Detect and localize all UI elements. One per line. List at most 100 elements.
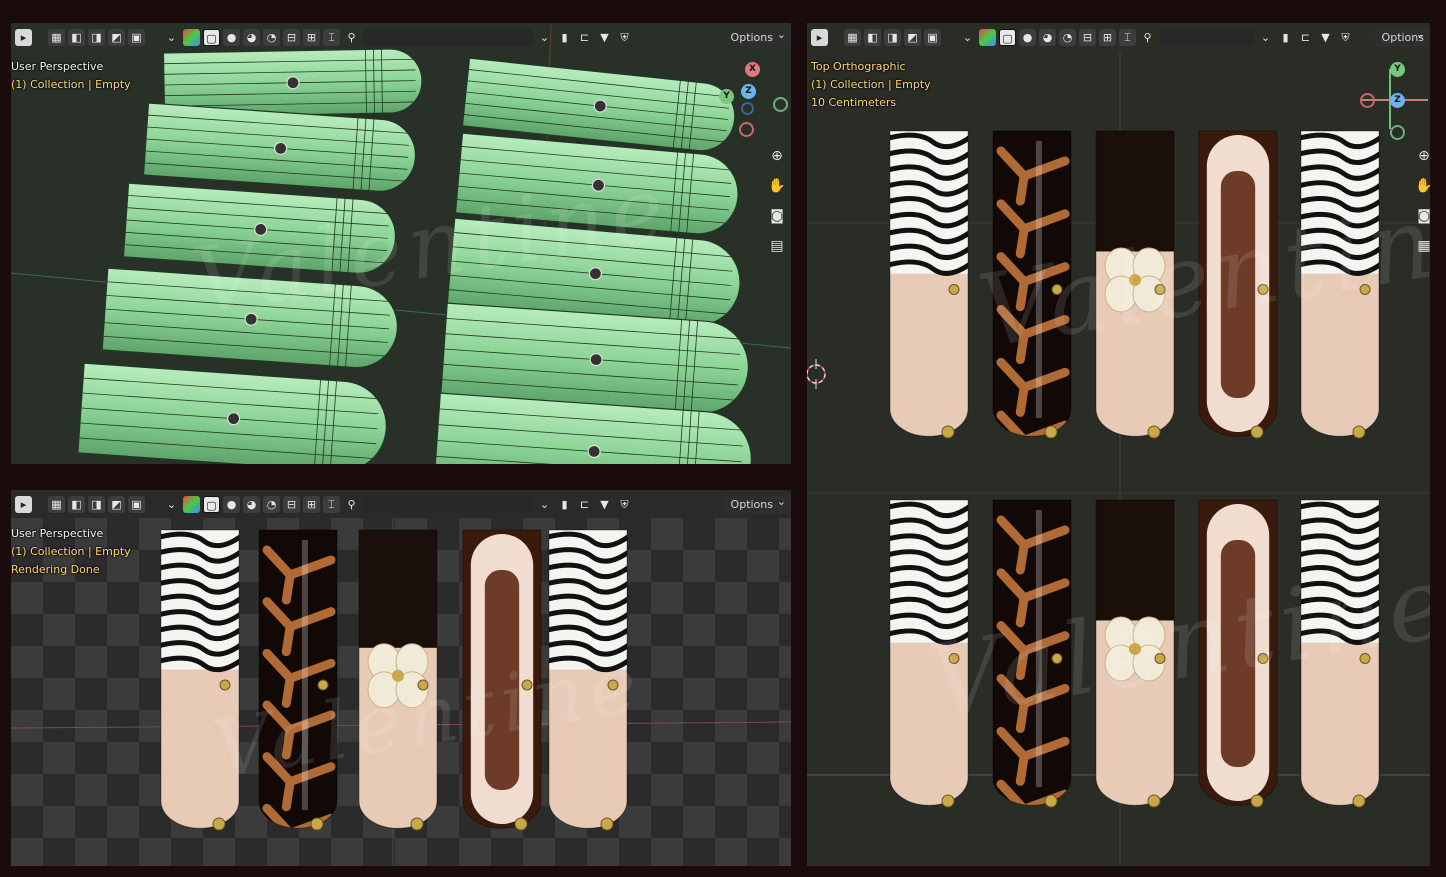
axis-y-handle[interactable]: Y: [719, 89, 734, 104]
select-box-icon[interactable]: ▦: [48, 495, 65, 513]
gizmo-icon[interactable]: ⊞: [303, 495, 320, 513]
mode-invert-icon[interactable]: ◩: [108, 28, 125, 46]
hand-pan-icon[interactable]: ✋: [765, 174, 789, 198]
chevron-down-icon[interactable]: ⌄: [163, 496, 180, 513]
mode-extend-icon[interactable]: ◧: [864, 28, 881, 46]
chevron-down-icon[interactable]: ⌄: [536, 29, 553, 46]
shading-rendered-icon[interactable]: ◔: [1059, 28, 1076, 46]
mode-subtract-icon[interactable]: ◨: [88, 495, 105, 513]
tool-settings-icon[interactable]: ⌶: [323, 495, 340, 513]
shading-solid-icon[interactable]: ●: [223, 495, 240, 513]
search-input[interactable]: [363, 495, 533, 513]
render-status: Rendering Done: [11, 563, 100, 576]
visibility-color-icon[interactable]: [979, 28, 996, 46]
grid-icon[interactable]: ▦: [1412, 234, 1430, 258]
gem-mesh: [244, 312, 258, 326]
axis-neg-x-handle[interactable]: [739, 122, 754, 137]
axis-z-handle[interactable]: Z: [1390, 93, 1405, 108]
mode-intersect-icon[interactable]: ▣: [924, 28, 941, 46]
tool-settings-icon[interactable]: ⌶: [323, 28, 340, 46]
flower-center: [392, 669, 404, 682]
shield-icon[interactable]: ⛨: [616, 29, 633, 46]
shading-rendered-icon[interactable]: ◔: [263, 495, 280, 513]
camera-icon[interactable]: ◙: [1412, 204, 1430, 228]
shield-icon[interactable]: ⛨: [616, 496, 633, 513]
axis-neg-z-handle[interactable]: [741, 102, 754, 115]
overlay-icon[interactable]: ⊟: [283, 495, 300, 513]
mode-subtract-icon[interactable]: ◨: [88, 28, 105, 46]
grid-icon[interactable]: ▤: [765, 234, 789, 258]
navigation-gizmo[interactable]: Y Z: [1360, 59, 1428, 140]
search-icon[interactable]: ⚲: [343, 496, 360, 513]
search-icon[interactable]: ⚲: [343, 29, 360, 46]
chevron-down-icon[interactable]: ⌄: [1257, 29, 1274, 46]
visibility-color-icon[interactable]: [183, 28, 200, 46]
viewport-top-left[interactable]: ▸ ▦ ◧ ◨ ◩ ▣ ⌄ ▢ ● ◕ ◔ ⊟ ⊞ ⌶ ⚲ ⌄ ▮ ⊏ ▼ ⛨ …: [11, 23, 791, 464]
gloss: [1035, 141, 1042, 418]
search-input[interactable]: [363, 28, 533, 46]
shading-solid-icon[interactable]: ●: [223, 28, 240, 46]
filter-icon[interactable]: ▼: [596, 29, 613, 46]
chevron-down-icon[interactable]: ⌄: [959, 29, 976, 46]
gem-mesh: [591, 178, 606, 192]
shading-material-icon[interactable]: ◕: [1039, 28, 1056, 46]
viewport-bottom-left[interactable]: ▸ ▦ ◧ ◨ ◩ ▣ ⌄ ▢ ● ◕ ◔ ⊟ ⊞ ⌶ ⚲ ⌄ ▮ ⊏ ▼ ⛨ …: [11, 490, 791, 866]
gem: [607, 679, 619, 691]
zoom-icon[interactable]: ⊕: [1412, 144, 1430, 168]
xray-icon[interactable]: ▢: [999, 28, 1016, 46]
3d-cursor[interactable]: [807, 359, 826, 389]
bookmark-icon[interactable]: ▮: [556, 496, 573, 513]
select-tool-icon[interactable]: ▸: [811, 28, 828, 46]
mode-invert-icon[interactable]: ◩: [904, 28, 921, 46]
axis-y-handle[interactable]: Y: [1390, 62, 1405, 77]
axis-neg-y-handle[interactable]: [773, 97, 788, 112]
select-box-icon[interactable]: ▦: [844, 28, 861, 46]
mode-intersect-icon[interactable]: ▣: [128, 28, 145, 46]
camera-icon[interactable]: ◙: [765, 204, 789, 228]
bookmark-icon[interactable]: ▮: [556, 29, 573, 46]
chevron-down-icon[interactable]: ⌄: [536, 496, 553, 513]
search-icon[interactable]: ⚲: [1139, 29, 1156, 46]
collection-icon[interactable]: ⊏: [1297, 29, 1314, 46]
axis-neg-y-handle[interactable]: [1390, 125, 1405, 140]
gem: [1154, 284, 1166, 295]
hand-pan-icon[interactable]: ✋: [1412, 174, 1430, 198]
search-input[interactable]: [1159, 28, 1254, 46]
navigation-gizmo[interactable]: X Z Y: [719, 59, 789, 139]
mode-subtract-icon[interactable]: ◨: [884, 28, 901, 46]
gizmo-icon[interactable]: ⊞: [303, 28, 320, 46]
select-tool-icon[interactable]: ▸: [15, 28, 32, 46]
options-button[interactable]: Options: [723, 25, 791, 47]
overlay-icon[interactable]: ⊟: [283, 28, 300, 46]
mode-invert-icon[interactable]: ◩: [108, 495, 125, 513]
xray-icon[interactable]: ▢: [203, 28, 220, 46]
mode-extend-icon[interactable]: ◧: [68, 495, 85, 513]
shading-material-icon[interactable]: ◕: [243, 28, 260, 46]
options-button[interactable]: Options: [1374, 25, 1430, 47]
select-box-icon[interactable]: ▦: [48, 28, 65, 46]
options-button[interactable]: Options: [723, 492, 791, 514]
xray-icon[interactable]: ▢: [203, 495, 220, 513]
filter-icon[interactable]: ▼: [596, 496, 613, 513]
mode-extend-icon[interactable]: ◧: [68, 28, 85, 46]
axis-neg-x-handle[interactable]: [1360, 93, 1375, 108]
axis-x-handle[interactable]: X: [745, 62, 760, 77]
filter-icon[interactable]: ▼: [1317, 29, 1334, 46]
overlay-icon[interactable]: ⊟: [1079, 28, 1096, 46]
gizmo-icon[interactable]: ⊞: [1099, 28, 1116, 46]
viewport-right[interactable]: ▸ ▦ ◧ ◨ ◩ ▣ ⌄ ▢ ● ◕ ◔ ⊟ ⊞ ⌶ ⚲ ⌄ ▮ ⊏ ▼ ⛨ …: [807, 23, 1430, 866]
zoom-icon[interactable]: ⊕: [765, 144, 789, 168]
select-tool-icon[interactable]: ▸: [15, 495, 32, 513]
shield-icon[interactable]: ⛨: [1337, 29, 1354, 46]
visibility-color-icon[interactable]: [183, 495, 200, 513]
shading-solid-icon[interactable]: ●: [1019, 28, 1036, 46]
shading-rendered-icon[interactable]: ◔: [263, 28, 280, 46]
collection-icon[interactable]: ⊏: [576, 29, 593, 46]
collection-icon[interactable]: ⊏: [576, 496, 593, 513]
shading-material-icon[interactable]: ◕: [243, 495, 260, 513]
chevron-down-icon[interactable]: ⌄: [163, 29, 180, 46]
axis-z-handle[interactable]: Z: [741, 84, 756, 99]
mode-intersect-icon[interactable]: ▣: [128, 495, 145, 513]
tool-settings-icon[interactable]: ⌶: [1119, 28, 1136, 46]
bookmark-icon[interactable]: ▮: [1277, 29, 1294, 46]
